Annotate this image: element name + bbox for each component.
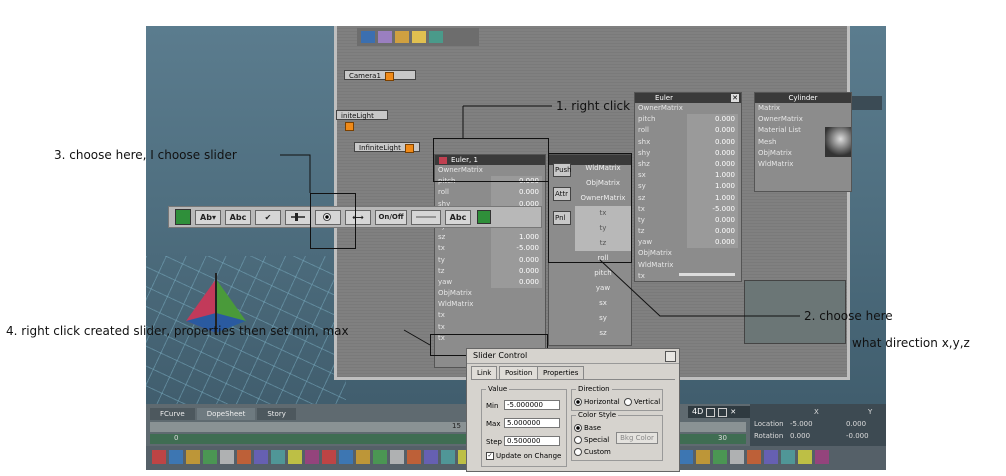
location-x[interactable]: -5.000 — [790, 420, 813, 428]
dialog-title: Slider Control — [473, 351, 528, 360]
tool-icon[interactable] — [730, 450, 744, 464]
tab-story[interactable]: Story — [257, 408, 296, 420]
tab-dopesheet[interactable]: DopeSheet — [196, 408, 256, 420]
tab-position[interactable]: Position — [499, 366, 539, 379]
tool-icon[interactable] — [339, 450, 353, 464]
minimize-icon[interactable] — [706, 407, 716, 417]
base-radio[interactable]: Base — [574, 424, 601, 432]
update-on-change-checkbox[interactable]: ✓ Update on Change — [486, 452, 561, 460]
tool-icon[interactable] — [271, 450, 285, 464]
rotation-label: Rotation — [754, 432, 784, 440]
custom-radio[interactable]: Custom — [574, 448, 611, 456]
tool-icon[interactable] — [407, 450, 421, 464]
tool-icon[interactable] — [713, 450, 727, 464]
annotation-step-3: 3. choose here, I choose slider — [54, 148, 237, 162]
checkbox-checked-icon: ✓ — [486, 452, 494, 460]
radio-icon — [574, 448, 582, 456]
tool-icon[interactable] — [220, 450, 234, 464]
view-controls[interactable]: 4D ✕ — [688, 406, 750, 418]
bkg-color-button[interactable]: Bkg Color — [616, 432, 658, 444]
color-style-group: Color Style Base Special Custom Bkg Colo… — [571, 411, 663, 461]
vertical-radio[interactable]: Vertical — [624, 398, 660, 406]
maximize-icon[interactable] — [718, 407, 728, 417]
direction-group: Direction Horizontal Vertical — [571, 385, 663, 411]
tool-icon[interactable] — [696, 450, 710, 464]
max-input[interactable]: 5.000000 — [504, 418, 560, 428]
close-icon[interactable] — [665, 351, 676, 362]
tool-icon[interactable] — [322, 450, 336, 464]
tool-icon[interactable] — [373, 450, 387, 464]
tool-icon[interactable] — [798, 450, 812, 464]
tool-icon[interactable] — [237, 450, 251, 464]
transform-panel[interactable]: 4D ✕ X Y Location -5.000 0.000 Rotation … — [688, 404, 886, 446]
tool-icon[interactable] — [254, 450, 268, 464]
min-input[interactable]: -5.000000 — [504, 400, 560, 410]
tool-icon[interactable] — [203, 450, 217, 464]
annotation-step-1: 1. right click — [556, 99, 631, 113]
tool-icon[interactable] — [288, 450, 302, 464]
annotation-step-2: 2. choose here — [804, 309, 893, 323]
tool-icon[interactable] — [169, 450, 183, 464]
tool-icon[interactable] — [424, 450, 438, 464]
tool-icon[interactable] — [186, 450, 200, 464]
annotation-note: what direction x,y,z — [852, 336, 970, 350]
location-y[interactable]: 0.000 — [846, 420, 866, 428]
tab-properties[interactable]: Properties — [537, 366, 585, 379]
horizontal-radio[interactable]: Horizontal — [574, 398, 620, 406]
rotation-x[interactable]: 0.000 — [790, 432, 810, 440]
slider-control-dialog[interactable]: Slider Control Link Position Properties … — [466, 348, 680, 472]
tab-link[interactable]: Link — [471, 366, 498, 379]
tool-icon[interactable] — [815, 450, 829, 464]
value-group: Value Min -5.000000 Max 5.000000 Step 0.… — [481, 385, 567, 467]
rotation-y[interactable]: -0.000 — [846, 432, 869, 440]
tool-icon[interactable] — [356, 450, 370, 464]
special-radio[interactable]: Special — [574, 436, 609, 444]
tool-icon[interactable] — [679, 450, 693, 464]
tab-fcurve[interactable]: FCurve — [150, 408, 195, 420]
close-icon[interactable]: ✕ — [730, 406, 736, 418]
radio-icon — [574, 436, 582, 444]
location-label: Location — [754, 420, 784, 428]
tool-icon[interactable] — [390, 450, 404, 464]
tool-icon[interactable] — [764, 450, 778, 464]
tool-icon[interactable] — [747, 450, 761, 464]
radio-icon — [624, 398, 632, 406]
tool-icon[interactable] — [152, 450, 166, 464]
tool-icon[interactable] — [781, 450, 795, 464]
tool-icon[interactable] — [441, 450, 455, 464]
tool-icon[interactable] — [305, 450, 319, 464]
radio-selected-icon — [574, 398, 582, 406]
annotation-step-4: 4. right click created slider, propertie… — [6, 324, 349, 338]
radio-selected-icon — [574, 424, 582, 432]
step-input[interactable]: 0.500000 — [504, 436, 560, 446]
